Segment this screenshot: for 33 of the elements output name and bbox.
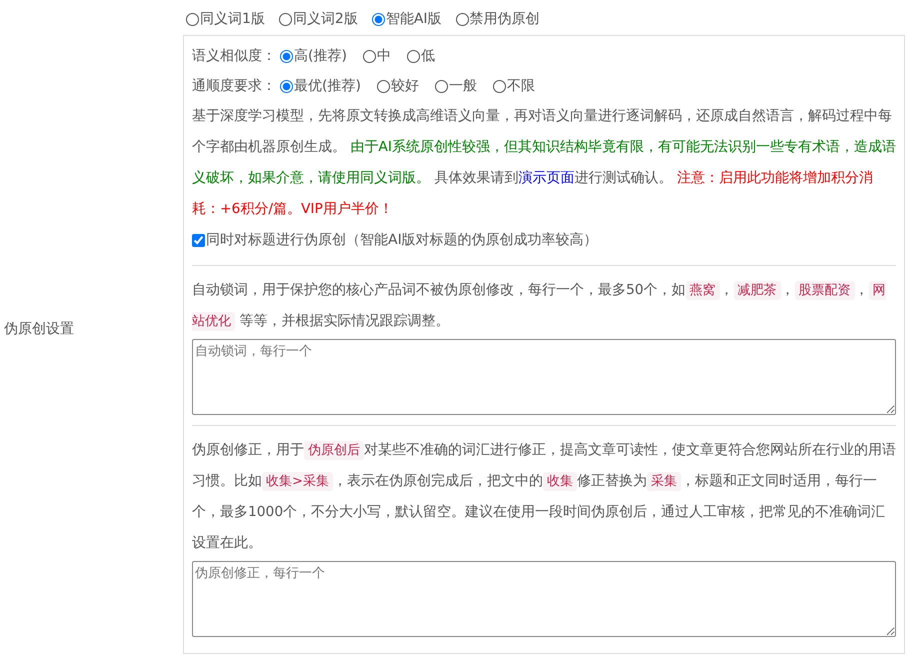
checkbox[interactable] bbox=[192, 234, 205, 246]
radio-button[interactable] bbox=[456, 12, 469, 26]
corrections-field[interactable]: 伪原创修正，每行一个 bbox=[192, 561, 896, 637]
radio-button[interactable] bbox=[376, 80, 390, 92]
description-text: 基于深度学习模型，先将原文转换成高维语义向量，再对语义向量进行逐词解码，还原成自然语言，解码过程中每个字都由机器原创生成。 由于AI系统原创性较强，但其知识结构毕竟有限，有可能无法识别一些专有术语，造成语义破坏，如果介意，请使用同义词版。 具体效果请到演示页面进行测试确认。 注意：启用此功能将增加积分消耗：+6积分/篇。VIP用户半价！ bbox=[192, 107, 896, 219]
option-label: 禁用伪原创 bbox=[470, 10, 540, 28]
radio-button[interactable] bbox=[186, 12, 199, 26]
setting-label: 通顺度要求： bbox=[192, 77, 276, 95]
option-label: 一般 bbox=[448, 77, 477, 95]
demo-link[interactable]: 演示页面 bbox=[518, 170, 574, 186]
option-label: 同义词1版 bbox=[200, 10, 265, 28]
option-label: 不限 bbox=[506, 77, 535, 95]
option-label: 同义词2版 bbox=[292, 10, 358, 28]
radio-button[interactable] bbox=[434, 80, 448, 92]
setting-label: 语义相似度： bbox=[192, 47, 276, 65]
option-label: 高(推荐) bbox=[294, 47, 347, 65]
option-label: 中 bbox=[376, 47, 391, 65]
radio-button[interactable] bbox=[278, 12, 292, 26]
radio-button[interactable] bbox=[362, 50, 376, 62]
checkbox-label: 同时对标题进行伪原创（智能AI版对标题的伪原创成功率较高） bbox=[206, 231, 598, 249]
option-label: 较好 bbox=[390, 77, 419, 95]
radio-button[interactable] bbox=[406, 50, 420, 62]
description-text: 伪原创修正，用于 伪原创后 对某些不准确的词汇进行修正，提高文章可读性，使文章更符合您网站所在行业的用语习惯。比如 收集>采集 ，表示在伪原创完成后，把文中的 收集 修正替换为 采集 ，标题和正文同时适用，每行一个，最多1000个，不分大小写，默认留空。建议在使用一段时间伪原创后，通过人工审核，把常见的不准确词汇设置在此。 bbox=[192, 440, 896, 553]
radio-button[interactable] bbox=[372, 12, 385, 26]
description-text: 自动锁词，用于保护您的核心产品词不被伪原创修改，每行一个，最多50个，如 燕窝 ， 减肥茶 ， 股票配资 ， 网站优化 等等，并根据实际情况跟踪调整。 bbox=[192, 280, 887, 333]
option-label: 最优(推荐) bbox=[294, 77, 361, 95]
radio-button[interactable] bbox=[280, 50, 293, 62]
option-label: 智能AI版 bbox=[386, 10, 442, 28]
settings-label: 伪原创设置 bbox=[4, 320, 74, 338]
lock-words-field[interactable]: 自动锁词，每行一个 bbox=[192, 339, 896, 415]
radio-button[interactable] bbox=[280, 80, 293, 92]
option-label: 低 bbox=[420, 47, 435, 65]
radio-button[interactable] bbox=[492, 80, 506, 92]
